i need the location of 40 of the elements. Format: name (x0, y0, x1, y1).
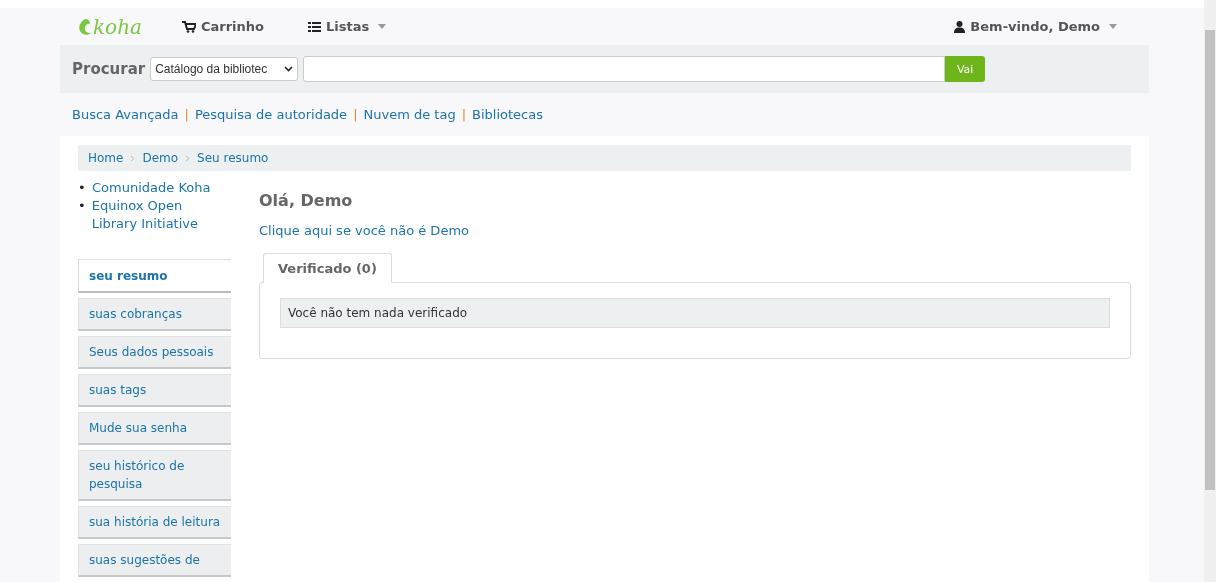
chevron-icon (185, 154, 191, 162)
switch-user-link[interactable]: Clique aqui se você não é Demo (259, 223, 469, 238)
sidebar-link[interactable]: Comunidade Koha (92, 179, 211, 197)
user-menu[interactable]: Bem-vindo, Demo (954, 19, 1117, 35)
catalog-select[interactable]: Catálogo da bibliotec (150, 57, 299, 82)
bullet: • (78, 179, 86, 197)
nav-menu-item[interactable]: Listas (308, 19, 387, 35)
breadcrumb-link[interactable]: Demo (142, 151, 179, 165)
chevron-icon (130, 154, 136, 162)
sidebar-item[interactable]: Mude sua senha (78, 412, 231, 445)
list-icon (308, 20, 321, 33)
go-button[interactable]: Vai (945, 56, 986, 83)
user-icon (954, 20, 966, 33)
nav-link[interactable]: Bibliotecas (472, 107, 543, 123)
sidebar-item[interactable]: seu resumo (78, 259, 231, 293)
breadcrumb-link[interactable]: Home (88, 151, 124, 165)
search-label: Procurar (72, 60, 146, 79)
link-separator: | (184, 107, 189, 123)
page-heading: Olá, Demo (259, 191, 354, 210)
cart-icon (181, 20, 196, 33)
scrollbar-thumb[interactable] (1205, 30, 1215, 490)
bullet: • (78, 197, 86, 215)
sidebar-item[interactable]: suas cobranças (78, 298, 231, 331)
sidebar-item[interactable]: seu histórico de pesquisa (78, 450, 231, 501)
breadcrumb-link[interactable]: Seu resumo (197, 151, 269, 165)
nav-link[interactable]: Pesquisa de autoridade (194, 107, 348, 123)
nav-menu-item[interactable]: Carrinho (181, 19, 264, 35)
link-separator: | (461, 107, 467, 123)
search-field[interactable] (303, 56, 946, 83)
chevron-down-icon (284, 66, 294, 73)
sidebar-link[interactable]: Equinox Open Library Initiative (91, 197, 231, 233)
nav-link[interactable]: Busca Avançada (72, 107, 179, 123)
tab[interactable]: Verificado (0) (263, 253, 392, 283)
empty-message: Você não tem nada verificado (280, 298, 1110, 328)
sidebar-item[interactable]: Seus dados pessoais (78, 336, 231, 369)
link-separator: | (353, 107, 358, 123)
nav-link[interactable]: Nuvem de tag (363, 107, 456, 123)
sidebar-item[interactable]: sua história de leitura (78, 506, 231, 539)
sidebar-item[interactable]: suas tags (78, 374, 231, 407)
sidebar-item[interactable]: suas sugestões de (78, 544, 231, 577)
